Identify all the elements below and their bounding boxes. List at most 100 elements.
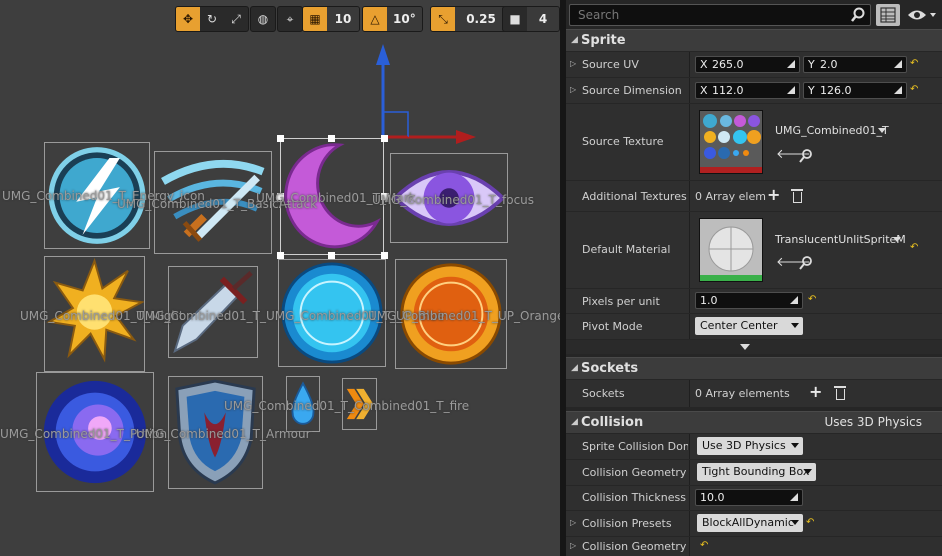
grid-icon: ▦ [309, 12, 321, 26]
field-value: 112.0 [712, 84, 744, 97]
rotate-mode-button[interactable]: ↻ [200, 7, 224, 31]
reset-to-default-icon[interactable]: ↶ [910, 58, 918, 69]
reset-to-default-icon[interactable]: ↶ [910, 242, 918, 253]
field-value: 10.0 [700, 491, 725, 504]
rotate-icon: ↻ [206, 12, 218, 26]
expand-arrow-icon[interactable]: ▷ [570, 59, 576, 68]
search-icon[interactable] [850, 7, 866, 23]
scale-snap-icon: ⤡ [438, 11, 448, 26]
reset-to-default-icon[interactable]: ↶ [806, 517, 814, 528]
texture-thumbnail[interactable] [699, 110, 763, 174]
rotation-snap-toggle[interactable]: △ [363, 7, 387, 31]
axis-label: Y [808, 58, 815, 71]
details-panel: ◢ Sprite ▷ Source UV X 265.0 Y 2.0 ↶ ▷ S… [566, 0, 942, 556]
transform-mode-group: ✥ ↻ ⤢ [175, 6, 249, 32]
reset-to-default-icon[interactable]: ↶ [910, 84, 918, 95]
grid-snap-value[interactable]: 10 [327, 7, 359, 31]
angle-icon: △ [370, 12, 380, 26]
trash-icon[interactable] [791, 189, 803, 203]
category-sprite[interactable]: ◢ Sprite [566, 29, 942, 51]
source-dimension-x-field[interactable]: X 112.0 [695, 82, 800, 99]
collision-presets-dropdown[interactable]: BlockAllDynamic [697, 514, 803, 532]
source-texture-combo[interactable]: UMG_Combined01_T [770, 122, 890, 140]
add-element-icon[interactable]: + [809, 382, 822, 401]
property-label: Collision Geometry [582, 540, 687, 553]
sprite-label: UMG_Combined01_T_focus [372, 193, 535, 207]
scale-icon: ⤢ [231, 11, 241, 26]
property-row-collision-presets: ▷ Collision Presets BlockAllDynamic ↶ [566, 511, 942, 536]
sprite-label: UMG_Combined01_T_Armour [136, 427, 311, 441]
property-row-pivot-mode: Pivot Mode Center Center [566, 314, 942, 339]
source-dimension-y-field[interactable]: Y 126.0 [803, 82, 907, 99]
texture-atlas-preview [700, 111, 762, 173]
sprite-label: UMG_Combined01_T_Combined01_T_fire [224, 399, 470, 413]
translate-gizmo[interactable] [370, 40, 480, 150]
material-thumbnail[interactable] [699, 218, 763, 282]
search-box[interactable] [569, 4, 871, 26]
search-input[interactable] [576, 6, 848, 24]
expand-arrow-icon[interactable]: ▷ [570, 541, 576, 550]
add-element-icon[interactable]: + [767, 185, 780, 204]
chevron-down-icon [930, 13, 936, 17]
property-label: Source Dimension [582, 84, 682, 97]
property-matrix-button[interactable] [876, 4, 900, 26]
collision-geometry-type-dropdown[interactable]: Tight Bounding Box [697, 463, 816, 481]
property-label: Source UV [582, 58, 639, 71]
reset-to-default-icon[interactable]: ↶ [808, 294, 816, 305]
pivot-mode-dropdown[interactable]: Center Center [695, 317, 803, 335]
combo-value: UMG_Combined01_T [775, 124, 889, 137]
camera-speed-button[interactable]: ■ [503, 7, 527, 31]
surface-snap-button[interactable]: ⌖ [278, 7, 302, 31]
category-collision[interactable]: ◢ Collision Uses 3D Physics [566, 411, 942, 433]
browse-search-icon[interactable] [799, 256, 813, 270]
field-value: 265.0 [712, 58, 744, 71]
field-value: 126.0 [820, 84, 852, 97]
trash-icon[interactable] [834, 386, 846, 400]
reset-to-default-icon[interactable]: ↶ [700, 540, 708, 551]
gizmo-z-arrow [376, 44, 390, 65]
selection-handle[interactable] [381, 135, 388, 142]
camera-speed-value[interactable]: 4 [527, 7, 559, 31]
rotation-snap-value[interactable]: 10° [387, 7, 422, 31]
chevron-down-icon [791, 520, 799, 525]
property-label: Pixels per unit [582, 295, 660, 308]
advanced-expander[interactable] [566, 340, 942, 354]
eye-icon [908, 10, 936, 20]
scale-snap-toggle[interactable]: ⤡ [431, 7, 455, 31]
translate-mode-button[interactable]: ✥ [176, 7, 200, 31]
chevron-down-icon [791, 323, 799, 328]
expand-arrow-icon[interactable]: ▷ [570, 518, 576, 527]
drag-handle-icon [787, 60, 795, 68]
default-material-combo[interactable]: TranslucentUnlitSpriteM [770, 231, 905, 249]
property-row-collision-thickness: Collision Thickness 10.0 [566, 486, 942, 510]
view-options-button[interactable] [906, 4, 938, 26]
source-uv-y-field[interactable]: Y 2.0 [803, 56, 907, 73]
material-preview [700, 219, 762, 281]
category-sockets[interactable]: ◢ Sockets [566, 357, 942, 379]
axis-label: Y [808, 84, 815, 97]
source-uv-x-field[interactable]: X 265.0 [695, 56, 800, 73]
selection-handle[interactable] [328, 135, 335, 142]
collision-thickness-field[interactable]: 10.0 [695, 489, 803, 506]
scale-mode-button[interactable]: ⤢ [224, 7, 248, 31]
property-label: Sprite Collision Doma [582, 440, 688, 453]
expand-arrow-icon[interactable]: ▷ [570, 85, 576, 94]
property-row-source-uv: ▷ Source UV X 265.0 Y 2.0 ↶ [566, 52, 942, 77]
move-icon: ✥ [182, 12, 194, 26]
combo-value: TranslucentUnlitSpriteM [775, 233, 905, 246]
selection-handle[interactable] [277, 252, 284, 259]
sprite-editor-viewport[interactable]: ✥ ↻ ⤢ ◍ ⌖ ▦ 10 △ 10° ⤡ 0.25 ■ 4 UMG_Comb… [0, 0, 560, 556]
chevron-down-icon [740, 344, 750, 350]
sprite-collision-domain-dropdown[interactable]: Use 3D Physics [697, 437, 803, 455]
browse-search-icon[interactable] [799, 149, 813, 163]
grid-snap-toggle[interactable]: ▦ [303, 7, 327, 31]
world-space-button[interactable]: ◍ [251, 7, 275, 31]
pixels-per-unit-field[interactable]: 1.0 [695, 292, 803, 309]
scale-snap-value[interactable]: 0.25 [455, 7, 507, 31]
selection-handle[interactable] [277, 135, 284, 142]
camera-speed-group: ■ 4 [502, 6, 560, 32]
property-row-sprite-collision-domain: Sprite Collision Doma Use 3D Physics [566, 434, 942, 459]
surface-snap-icon: ⌖ [286, 11, 294, 26]
selection-handle[interactable] [328, 252, 335, 259]
selection-handle[interactable] [381, 252, 388, 259]
